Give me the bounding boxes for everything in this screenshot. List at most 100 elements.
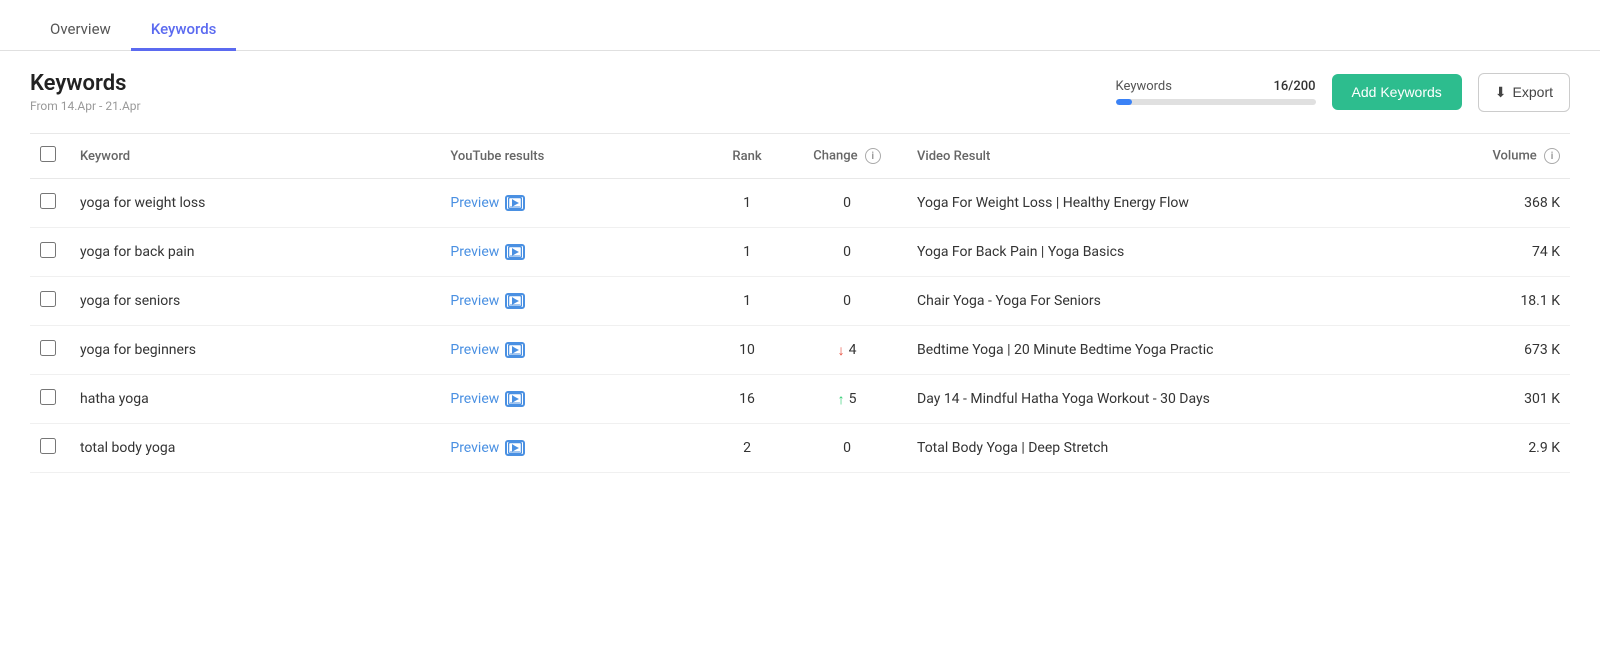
table-row: hatha yoga Preview 16↑5Day 14 - Mindful … <box>30 375 1570 424</box>
row-rank: 1 <box>707 179 787 228</box>
row-change: ↓4 <box>787 326 907 375</box>
header-right: Keywords 16/200 Add Keywords ⬇ Export <box>1116 73 1570 112</box>
row-volume: 18.1 K <box>1470 277 1570 326</box>
date-range: From 14.Apr - 21.Apr <box>30 99 141 113</box>
preview-link[interactable]: Preview <box>450 342 525 358</box>
row-volume: 673 K <box>1470 326 1570 375</box>
row-checkbox-cell <box>30 424 70 473</box>
col-header-checkbox <box>30 134 70 179</box>
keywords-counter-value: 16/200 <box>1274 79 1316 94</box>
row-checkbox[interactable] <box>40 193 56 209</box>
change-value: 0 <box>843 244 851 260</box>
row-volume: 2.9 K <box>1470 424 1570 473</box>
add-keywords-button[interactable]: Add Keywords <box>1332 74 1462 110</box>
row-keyword: total body yoga <box>70 424 440 473</box>
row-volume: 368 K <box>1470 179 1570 228</box>
preview-video-icon <box>505 342 525 358</box>
col-header-volume: Volume i <box>1470 134 1570 179</box>
keywords-table-container: Keyword YouTube results Rank Change i Vi… <box>0 123 1600 493</box>
preview-link[interactable]: Preview <box>450 195 525 211</box>
row-youtube-results: Preview <box>440 326 707 375</box>
preview-link[interactable]: Preview <box>450 391 525 407</box>
col-header-youtube: YouTube results <box>440 134 707 179</box>
select-all-checkbox[interactable] <box>40 146 56 162</box>
page-title: Keywords <box>30 71 141 96</box>
row-checkbox[interactable] <box>40 242 56 258</box>
table-header-row: Keyword YouTube results Rank Change i Vi… <box>30 134 1570 179</box>
keywords-table: Keyword YouTube results Rank Change i Vi… <box>30 133 1570 473</box>
row-checkbox-cell <box>30 277 70 326</box>
table-row: total body yoga Preview 20Total Body Yog… <box>30 424 1570 473</box>
row-rank: 16 <box>707 375 787 424</box>
change-value: 4 <box>849 342 857 358</box>
table-row: yoga for seniors Preview 10Chair Yoga - … <box>30 277 1570 326</box>
row-change: ↑5 <box>787 375 907 424</box>
preview-video-icon <box>505 244 525 260</box>
tab-overview[interactable]: Overview <box>30 10 131 51</box>
row-youtube-results: Preview <box>440 179 707 228</box>
row-rank: 2 <box>707 424 787 473</box>
row-keyword: yoga for back pain <box>70 228 440 277</box>
arrow-down-icon: ↓ <box>838 342 845 359</box>
row-checkbox[interactable] <box>40 389 56 405</box>
row-rank: 1 <box>707 228 787 277</box>
tab-bar: Overview Keywords <box>0 0 1600 51</box>
change-value: 5 <box>849 391 857 407</box>
preview-label: Preview <box>450 244 499 260</box>
row-checkbox[interactable] <box>40 438 56 454</box>
row-checkbox-cell <box>30 179 70 228</box>
row-video-result: Total Body Yoga | Deep Stretch <box>907 424 1470 473</box>
table-row: yoga for back pain Preview 10Yoga For Ba… <box>30 228 1570 277</box>
col-header-keyword: Keyword <box>70 134 440 179</box>
preview-label: Preview <box>450 293 499 309</box>
preview-video-icon <box>505 440 525 456</box>
row-youtube-results: Preview <box>440 424 707 473</box>
col-header-video: Video Result <box>907 134 1470 179</box>
row-video-result: Day 14 - Mindful Hatha Yoga Workout - 30… <box>907 375 1470 424</box>
row-rank: 1 <box>707 277 787 326</box>
volume-info-icon: i <box>1544 148 1560 164</box>
preview-label: Preview <box>450 342 499 358</box>
keywords-progress-bar <box>1116 99 1316 105</box>
row-video-result: Yoga For Weight Loss | Healthy Energy Fl… <box>907 179 1470 228</box>
export-button[interactable]: ⬇ Export <box>1478 73 1570 112</box>
table-row: yoga for weight loss Preview 1 0 Yoga For … <box>30 179 1570 228</box>
col-header-rank: Rank <box>707 134 787 179</box>
col-header-change: Change i <box>787 134 907 179</box>
preview-link[interactable]: Preview <box>450 244 525 260</box>
change-value: 0 <box>843 195 851 211</box>
row-change: 0 <box>787 424 907 473</box>
change-info-icon: i <box>865 148 881 164</box>
row-checkbox[interactable] <box>40 291 56 307</box>
row-volume: 74 K <box>1470 228 1570 277</box>
row-volume: 301 K <box>1470 375 1570 424</box>
preview-video-icon <box>505 293 525 309</box>
tab-keywords[interactable]: Keywords <box>131 10 237 51</box>
row-video-result: Chair Yoga - Yoga For Seniors <box>907 277 1470 326</box>
row-change: 0 <box>787 228 907 277</box>
keywords-progress-fill <box>1116 99 1132 105</box>
row-checkbox-cell <box>30 326 70 375</box>
row-youtube-results: Preview <box>440 375 707 424</box>
preview-label: Preview <box>450 391 499 407</box>
row-youtube-results: Preview <box>440 277 707 326</box>
preview-video-icon <box>505 391 525 407</box>
page-header: Keywords From 14.Apr - 21.Apr Keywords 1… <box>0 51 1600 123</box>
preview-link[interactable]: Preview <box>450 440 525 456</box>
table-row: yoga for beginners Preview 10↓4Bedtime Y… <box>30 326 1570 375</box>
row-youtube-results: Preview <box>440 228 707 277</box>
row-keyword: yoga for weight loss <box>70 179 440 228</box>
preview-label: Preview <box>450 440 499 456</box>
preview-link[interactable]: Preview <box>450 293 525 309</box>
row-change: 0 <box>787 277 907 326</box>
preview-video-icon <box>505 195 525 211</box>
arrow-up-icon: ↑ <box>838 391 845 408</box>
row-checkbox-cell <box>30 375 70 424</box>
row-change: 0 <box>787 179 907 228</box>
export-icon: ⬇ <box>1495 84 1507 101</box>
page-title-block: Keywords From 14.Apr - 21.Apr <box>30 71 141 113</box>
row-keyword: hatha yoga <box>70 375 440 424</box>
preview-label: Preview <box>450 195 499 211</box>
change-value: 0 <box>843 293 851 309</box>
row-checkbox[interactable] <box>40 340 56 356</box>
